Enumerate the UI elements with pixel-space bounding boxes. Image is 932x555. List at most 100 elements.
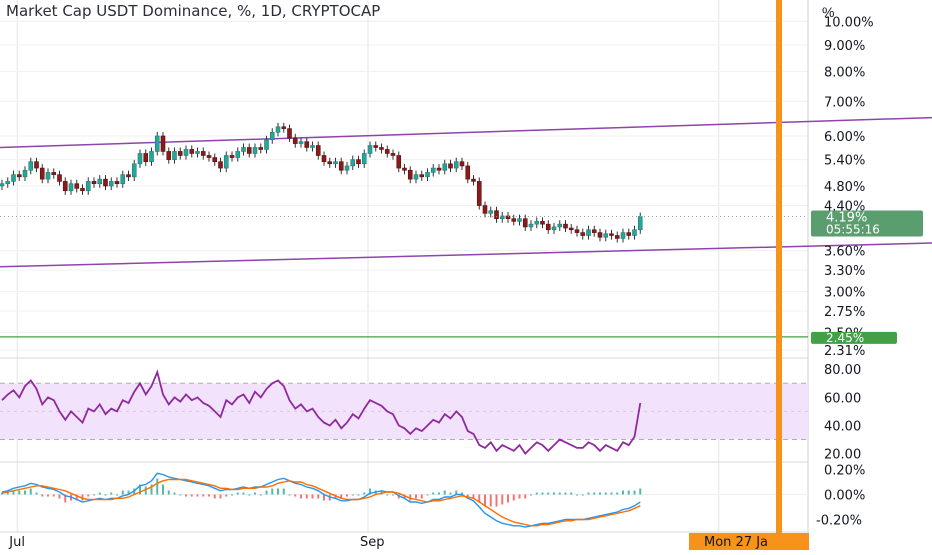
- macd-histogram-bar: [541, 492, 544, 495]
- price-candle: [114, 181, 120, 185]
- price-candle: [430, 167, 436, 173]
- price-axis-tick-label: 5.40%: [824, 154, 865, 169]
- macd-histogram-bar: [604, 492, 607, 495]
- support-level-label: 2.45%: [826, 331, 864, 345]
- macd-histogram-bar: [363, 492, 366, 495]
- macd-histogram-bar: [581, 494, 584, 496]
- overlay-layer: [776, 0, 782, 550]
- price-candle: [34, 161, 39, 169]
- price-candle: [563, 223, 568, 229]
- price-axis-tick-label: 7.00%: [824, 95, 865, 110]
- price-candle: [0, 183, 5, 187]
- macd-histogram-bar: [236, 492, 239, 495]
- price-candle: [241, 147, 246, 152]
- price-candle: [361, 153, 367, 165]
- macd-histogram-bar: [52, 494, 55, 497]
- price-candle: [540, 221, 545, 225]
- macd-histogram-bar: [432, 492, 435, 495]
- price-candle: [333, 161, 338, 165]
- macd-histogram-bar: [489, 494, 492, 507]
- macd-histogram-bar: [426, 494, 429, 496]
- macd-histogram-bar: [213, 494, 216, 499]
- macd-histogram-bar: [104, 494, 107, 496]
- macd-histogram-bar: [495, 494, 498, 507]
- macd-histogram-bar: [570, 492, 573, 495]
- price-candle: [229, 155, 235, 158]
- price-candle: [200, 151, 206, 156]
- macd-histogram-bar: [553, 492, 555, 495]
- axis-unit-label: %: [822, 4, 835, 20]
- price-candle: [315, 145, 321, 156]
- macd-histogram-bar: [110, 492, 113, 495]
- price-candle: [80, 188, 85, 192]
- chart-root[interactable]: 10.00% 9.00% 8.00% 7.00% 6.00% 5.40% 4.80% 4.40…: [0, 0, 932, 550]
- price-candle: [344, 165, 350, 171]
- price-candle: [11, 174, 16, 182]
- macd-histogram-bar: [420, 494, 423, 499]
- rsi-axis-tick-label: 60.00: [824, 391, 861, 406]
- macd-histogram-bar: [616, 492, 619, 495]
- macd-histogram-bar: [627, 490, 630, 495]
- price-candle: [517, 218, 522, 222]
- price-candle: [91, 181, 97, 185]
- price-candle: [149, 151, 154, 162]
- macd-histogram-bar: [282, 488, 285, 495]
- price-candle: [281, 126, 287, 129]
- macd-histogram-bar: [357, 494, 360, 496]
- price-candle: [57, 174, 62, 182]
- price-candle: [476, 181, 482, 206]
- price-candle: [97, 178, 103, 185]
- macd-histogram-bar: [18, 490, 21, 495]
- rsi-axis-tick-label: 80.00: [824, 363, 861, 378]
- macd-histogram-bar: [305, 494, 308, 499]
- price-candle: [448, 163, 453, 169]
- price-candle: [103, 178, 108, 187]
- price-candle: [304, 141, 310, 148]
- price-candle: [407, 169, 413, 180]
- macd-histogram-bar: [622, 490, 624, 495]
- macd-histogram-bar: [507, 494, 509, 503]
- price-candle: [396, 155, 402, 169]
- price-candle: [511, 218, 517, 222]
- price-candle: [258, 147, 264, 150]
- macd-histogram-bar: [190, 494, 193, 497]
- axis-layer: 10.00%9.00%8.00%7.00%6.00%5.40%4.80%4.40…: [8, 15, 923, 550]
- price-candle: [223, 155, 229, 169]
- macd-histogram-bar: [219, 494, 222, 499]
- price-candle: [22, 169, 28, 178]
- price-candle: [419, 174, 425, 178]
- macd-histogram-bar: [167, 490, 170, 495]
- price-axis-tick-label: 3.60%: [824, 245, 865, 260]
- price-candle: [459, 161, 465, 167]
- macd-histogram-bar: [24, 490, 26, 495]
- price-candle: [275, 126, 281, 133]
- price-candle: [85, 181, 91, 192]
- macd-axis-tick-label: -0.20%: [816, 514, 862, 529]
- price-candle: [5, 181, 11, 185]
- price-axis-tick-label: 4.80%: [824, 180, 865, 195]
- macd-histogram-bar: [587, 492, 590, 495]
- price-candle: [269, 131, 275, 141]
- price-candle: [51, 172, 57, 175]
- macd-histogram-bar: [346, 494, 348, 497]
- price-candle: [373, 145, 379, 148]
- macd-histogram-bar: [518, 494, 521, 499]
- price-candle: [68, 183, 74, 192]
- price-axis-tick-label: 9.00%: [824, 39, 865, 54]
- price-candle: [614, 235, 620, 239]
- price-candle: [637, 216, 643, 231]
- macd-histogram-bar: [254, 492, 256, 495]
- price-candle: [298, 141, 304, 144]
- price-candle: [632, 229, 637, 236]
- price-candle: [120, 174, 126, 185]
- grid-layer: [0, 0, 809, 550]
- macd-histogram-bar: [443, 490, 446, 495]
- price-candle: [338, 161, 344, 171]
- macd-histogram-bar: [633, 490, 636, 495]
- macd-histogram-bar: [121, 490, 124, 495]
- chart-canvas[interactable]: 10.00%9.00%8.00%7.00%6.00%5.40%4.80%4.40…: [0, 0, 932, 550]
- macd-histogram-bar: [501, 494, 504, 505]
- macd-histogram-bar: [311, 494, 314, 499]
- macd-histogram-bar: [156, 478, 159, 495]
- price-axis-tick-label: 8.00%: [824, 65, 865, 80]
